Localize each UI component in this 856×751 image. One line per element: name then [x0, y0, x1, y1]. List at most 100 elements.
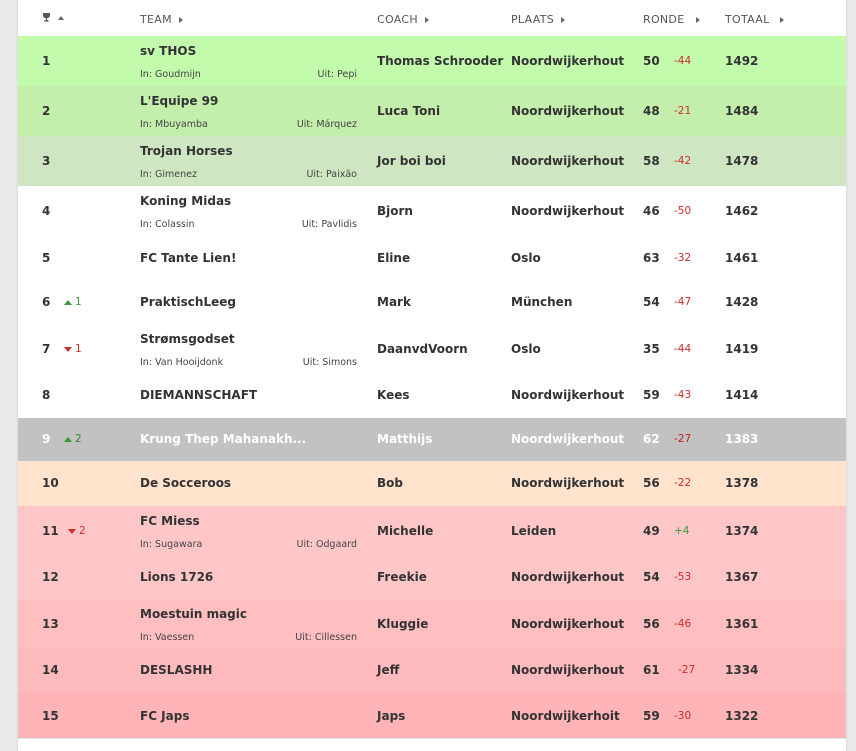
- place: Noordwijkerhout: [511, 388, 625, 402]
- table-header: TEAM COACH PLAATS RONDE TOTAAL: [18, 0, 846, 37]
- round-delta: -47: [674, 296, 692, 308]
- transfer-out: Uit: Simons: [302, 357, 357, 368]
- coach-name: Japs: [377, 709, 406, 723]
- round-score: 46: [643, 204, 660, 218]
- rank-change-value: 1: [75, 343, 82, 355]
- round-delta: -32: [674, 252, 692, 264]
- team-name[interactable]: Strømsgodset: [140, 332, 235, 346]
- team-name[interactable]: sv THOS: [140, 44, 196, 58]
- place: Noordwijkerhout: [511, 663, 625, 677]
- team-name[interactable]: Lions 1726: [140, 570, 213, 584]
- table-row[interactable]: 5 FC Tante Lien! Eline Oslo 63 -32 1461: [18, 236, 846, 280]
- table-row[interactable]: 13 Moestuin magic In: Vaessen Uit: Cille…: [18, 600, 846, 648]
- table-row-own-team[interactable]: 9 2 Krung Thep Mahanakh... Matthijs Noor…: [18, 418, 846, 461]
- team-name[interactable]: DESLASHH: [140, 663, 212, 677]
- total-score: 1462: [725, 204, 759, 218]
- team-name[interactable]: L'Equipe 99: [140, 94, 218, 108]
- rank-change-value: 2: [75, 433, 82, 445]
- table-row[interactable]: 15 FC Japs Japs Noordwijkerhoit 59 -30 1…: [18, 693, 846, 738]
- rank: 10: [42, 476, 59, 490]
- round-delta: -44: [674, 343, 692, 355]
- sort-totaal-header[interactable]: TOTAAL: [725, 13, 784, 26]
- rank-change: 2: [64, 433, 82, 445]
- coach-name: Kluggie: [377, 617, 429, 631]
- caret-right-icon: [779, 16, 784, 23]
- team-name[interactable]: Krung Thep Mahanakh...: [140, 432, 306, 446]
- team-name[interactable]: DIEMANNSCHAFT: [140, 388, 257, 402]
- table-row[interactable]: 1 sv THOS In: Goudmijn Uit: Pepi Thomas …: [18, 36, 846, 86]
- sort-ronde-header[interactable]: RONDE: [643, 13, 701, 26]
- place: München: [511, 295, 573, 309]
- table-row[interactable]: 2 L'Equipe 99 In: Mbuyamba Uit: Márquez …: [18, 86, 846, 136]
- ronde-header-label: RONDE: [643, 13, 685, 26]
- transfer-out: Uit: Paixão: [306, 169, 357, 180]
- table-row[interactable]: 6 1 PraktischLeeg Mark München 54 -47 14…: [18, 280, 846, 324]
- total-score: 1484: [725, 104, 759, 118]
- table-row[interactable]: 14 DESLASHH Jeff Noordwijkerhout 61 -27 …: [18, 648, 846, 693]
- table-row[interactable]: 11 2 FC Miess In: Sugawara Uit: Odgaard …: [18, 506, 846, 554]
- coach-name: Kees: [377, 388, 410, 402]
- place: Noordwijkerhout: [511, 570, 625, 584]
- total-score: 1334: [725, 663, 759, 677]
- coach-name: Luca Toni: [377, 104, 441, 118]
- rank: 9: [42, 432, 51, 446]
- team-name[interactable]: De Socceroos: [140, 476, 231, 490]
- coach-name: Eline: [377, 251, 411, 265]
- sort-rank-header[interactable]: [42, 13, 64, 22]
- round-delta: -53: [674, 571, 692, 583]
- round-score: 62: [643, 432, 660, 446]
- round-score: 49: [643, 524, 660, 538]
- place: Oslo: [511, 342, 541, 356]
- team-name[interactable]: FC Miess: [140, 514, 200, 528]
- team-header-label: TEAM: [140, 13, 172, 26]
- rank: 5: [42, 251, 51, 265]
- rank: 7: [42, 342, 51, 356]
- coach-name: Michelle: [377, 524, 434, 538]
- rank-change-value: 2: [79, 525, 86, 537]
- total-score: 1383: [725, 432, 759, 446]
- table-row[interactable]: 4 Koning Midas In: Colassin Uit: Pavlidi…: [18, 186, 846, 236]
- sort-plaats-header[interactable]: PLAATS: [511, 13, 566, 26]
- round-score: 48: [643, 104, 660, 118]
- transfer-in: In: Goudmijn: [140, 69, 201, 80]
- place: Noordwijkerhout: [511, 432, 625, 446]
- arrow-down-icon: [64, 346, 72, 352]
- team-name[interactable]: FC Tante Lien!: [140, 251, 236, 265]
- table-row[interactable]: 7 1 Strømsgodset In: Van Hooijdonk Uit: …: [18, 324, 846, 372]
- table-row[interactable]: 10 De Socceroos Bob Noordwijkerhout 56 -…: [18, 461, 846, 506]
- sort-coach-header[interactable]: COACH: [377, 13, 429, 26]
- coach-name: Thomas Schrooder: [377, 54, 504, 68]
- rank: 14: [42, 663, 59, 677]
- sort-team-header[interactable]: TEAM: [140, 13, 183, 26]
- caret-right-icon: [696, 16, 701, 23]
- transfer-in: In: Gimenez: [140, 169, 197, 180]
- team-name[interactable]: Trojan Horses: [140, 144, 233, 158]
- rank-change: 1: [64, 343, 82, 355]
- table-row[interactable]: 3 Trojan Horses In: Gimenez Uit: Paixão …: [18, 136, 846, 186]
- team-name[interactable]: Moestuin magic: [140, 607, 247, 621]
- team-name[interactable]: Koning Midas: [140, 194, 231, 208]
- rank: 2: [42, 104, 51, 118]
- team-name[interactable]: PraktischLeeg: [140, 295, 236, 309]
- rank: 12: [42, 570, 59, 584]
- round-score: 56: [643, 617, 660, 631]
- team-name[interactable]: FC Japs: [140, 709, 189, 723]
- round-delta: -50: [674, 205, 692, 217]
- round-score: 58: [643, 154, 660, 168]
- coach-name: Freekie: [377, 570, 427, 584]
- rank: 6: [42, 295, 51, 309]
- total-score: 1478: [725, 154, 759, 168]
- coach-name: Matthijs: [377, 432, 433, 446]
- transfer-out: Uit: Márquez: [296, 119, 357, 130]
- round-score: 54: [643, 295, 660, 309]
- rank: 1: [42, 54, 51, 68]
- transfer-in: In: Colassin: [140, 219, 195, 230]
- rank-change: 1: [64, 296, 82, 308]
- totaal-header-label: TOTAAL: [725, 13, 770, 26]
- rank: 4: [42, 204, 51, 218]
- rank-change: 2: [68, 525, 86, 537]
- total-score: 1428: [725, 295, 759, 309]
- table-row[interactable]: 12 Lions 1726 Freekie Noordwijkerhout 54…: [18, 554, 846, 600]
- table-row[interactable]: 8 DIEMANNSCHAFT Kees Noordwijkerhout 59 …: [18, 372, 846, 418]
- total-score: 1461: [725, 251, 759, 265]
